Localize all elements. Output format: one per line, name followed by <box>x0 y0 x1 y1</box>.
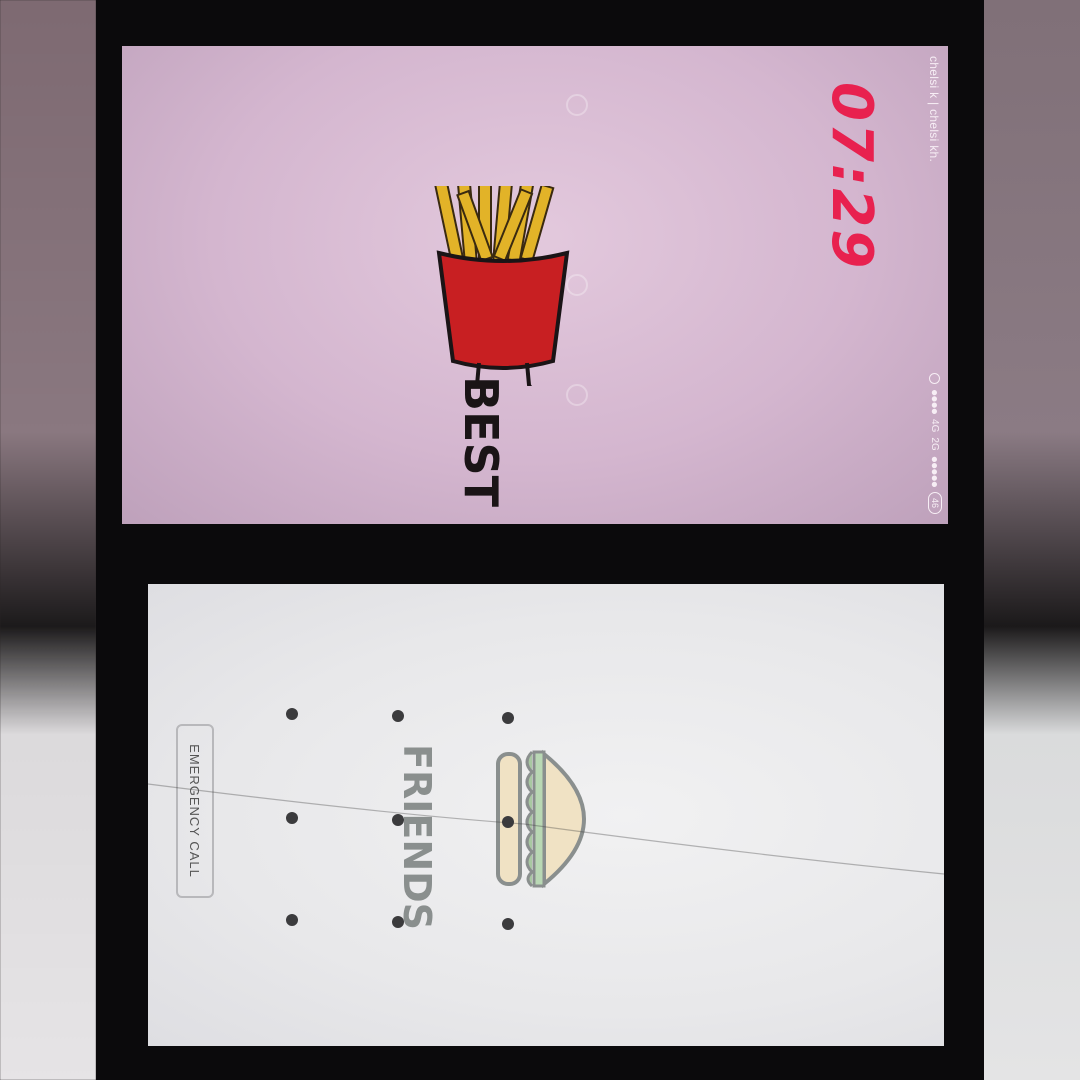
best-label: BEST <box>454 376 508 507</box>
alarm-icon <box>929 373 941 385</box>
network-type-1: 4G <box>929 419 941 433</box>
lock-screen-top: chelsi k | chelsi kh. ●●●● 4G 2G ●●●●● 4… <box>122 46 948 524</box>
lock-screen-pattern: EMERGENCY CALL FRIENDS <box>148 584 944 1046</box>
signal-dots-icon: ●●●● <box>928 389 942 415</box>
status-bar: chelsi k | chelsi kh. ●●●● 4G 2G ●●●●● 4… <box>922 46 948 524</box>
blurred-background-right <box>984 0 1080 1080</box>
fries-illustration <box>433 186 570 386</box>
screen-crack <box>148 783 944 875</box>
clock-time: 07:29 <box>819 82 884 271</box>
carrier-text: chelsi k | chelsi kh. <box>927 56 941 163</box>
phone-icon[interactable] <box>566 94 588 116</box>
signal-dots-icon-2: ●●●●● <box>928 455 942 487</box>
network-type-2: 2G <box>929 437 941 451</box>
blurred-background-left <box>0 0 96 1080</box>
battery-icon: 46 <box>928 491 942 514</box>
camera-icon[interactable] <box>566 384 588 406</box>
status-icons: ●●●● 4G 2G ●●●●● 46 <box>928 373 942 514</box>
